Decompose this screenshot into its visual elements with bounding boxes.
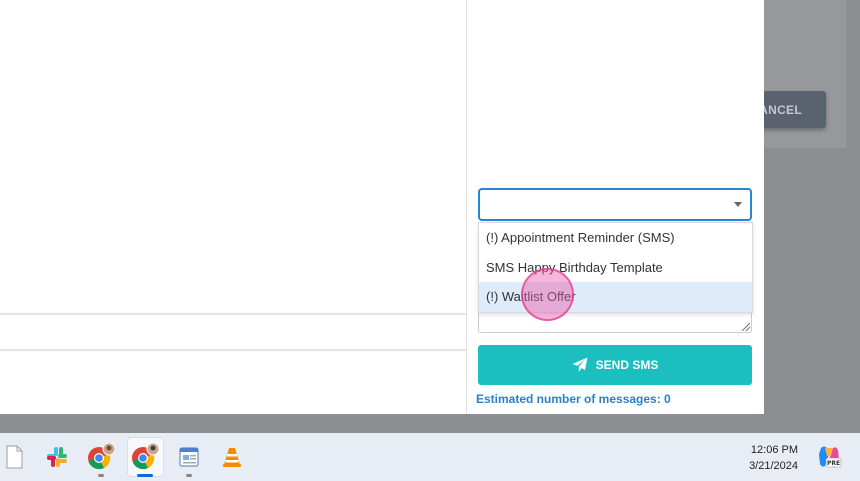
template-dropdown-list: (!) Appointment Reminder (SMS) SMS Happy… — [478, 222, 753, 313]
chrome-profile-icon-active[interactable] — [131, 443, 159, 471]
copilot-badge-text: PRE — [827, 460, 840, 467]
vlc-icon[interactable] — [218, 443, 246, 471]
paper-plane-icon — [572, 357, 588, 372]
dropdown-option-highlighted[interactable]: (!) Waitlist Offer — [479, 282, 752, 312]
cursor-highlight — [521, 268, 574, 321]
dropdown-option[interactable]: (!) Appointment Reminder (SMS) — [479, 223, 752, 253]
running-indicator — [98, 474, 104, 477]
sms-modal-top — [466, 0, 764, 176]
background-page — [0, 0, 466, 414]
running-indicator-active — [137, 474, 153, 477]
slack-icon[interactable] — [43, 443, 71, 471]
template-select[interactable] — [478, 188, 752, 221]
divider — [0, 349, 466, 351]
cancel-button-label: ANCEL — [759, 102, 802, 117]
copilot-icon[interactable]: PRE — [816, 444, 842, 470]
resize-handle-icon[interactable] — [742, 323, 750, 331]
backdrop-strip — [0, 414, 860, 433]
chevron-down-icon[interactable] — [734, 202, 742, 207]
dropdown-option[interactable]: SMS Happy Birthday Template — [479, 253, 752, 283]
estimated-messages-text: Estimated number of messages: 0 — [476, 392, 671, 406]
clock-date: 3/21/2024 — [749, 460, 798, 472]
app-window-icon[interactable] — [175, 443, 203, 471]
message-textarea[interactable] — [478, 313, 752, 333]
taskbar: 12:06 PM 3/21/2024 — [0, 433, 860, 481]
send-sms-button[interactable]: SEND SMS — [478, 345, 752, 385]
file-icon[interactable] — [0, 443, 28, 471]
divider — [0, 313, 466, 315]
clock-time: 12:06 PM — [750, 444, 798, 456]
system-clock[interactable]: 12:06 PM 3/21/2024 — [749, 442, 798, 474]
running-indicator — [186, 474, 192, 477]
send-sms-label: SEND SMS — [595, 358, 659, 372]
chrome-profile-icon[interactable] — [87, 443, 115, 471]
